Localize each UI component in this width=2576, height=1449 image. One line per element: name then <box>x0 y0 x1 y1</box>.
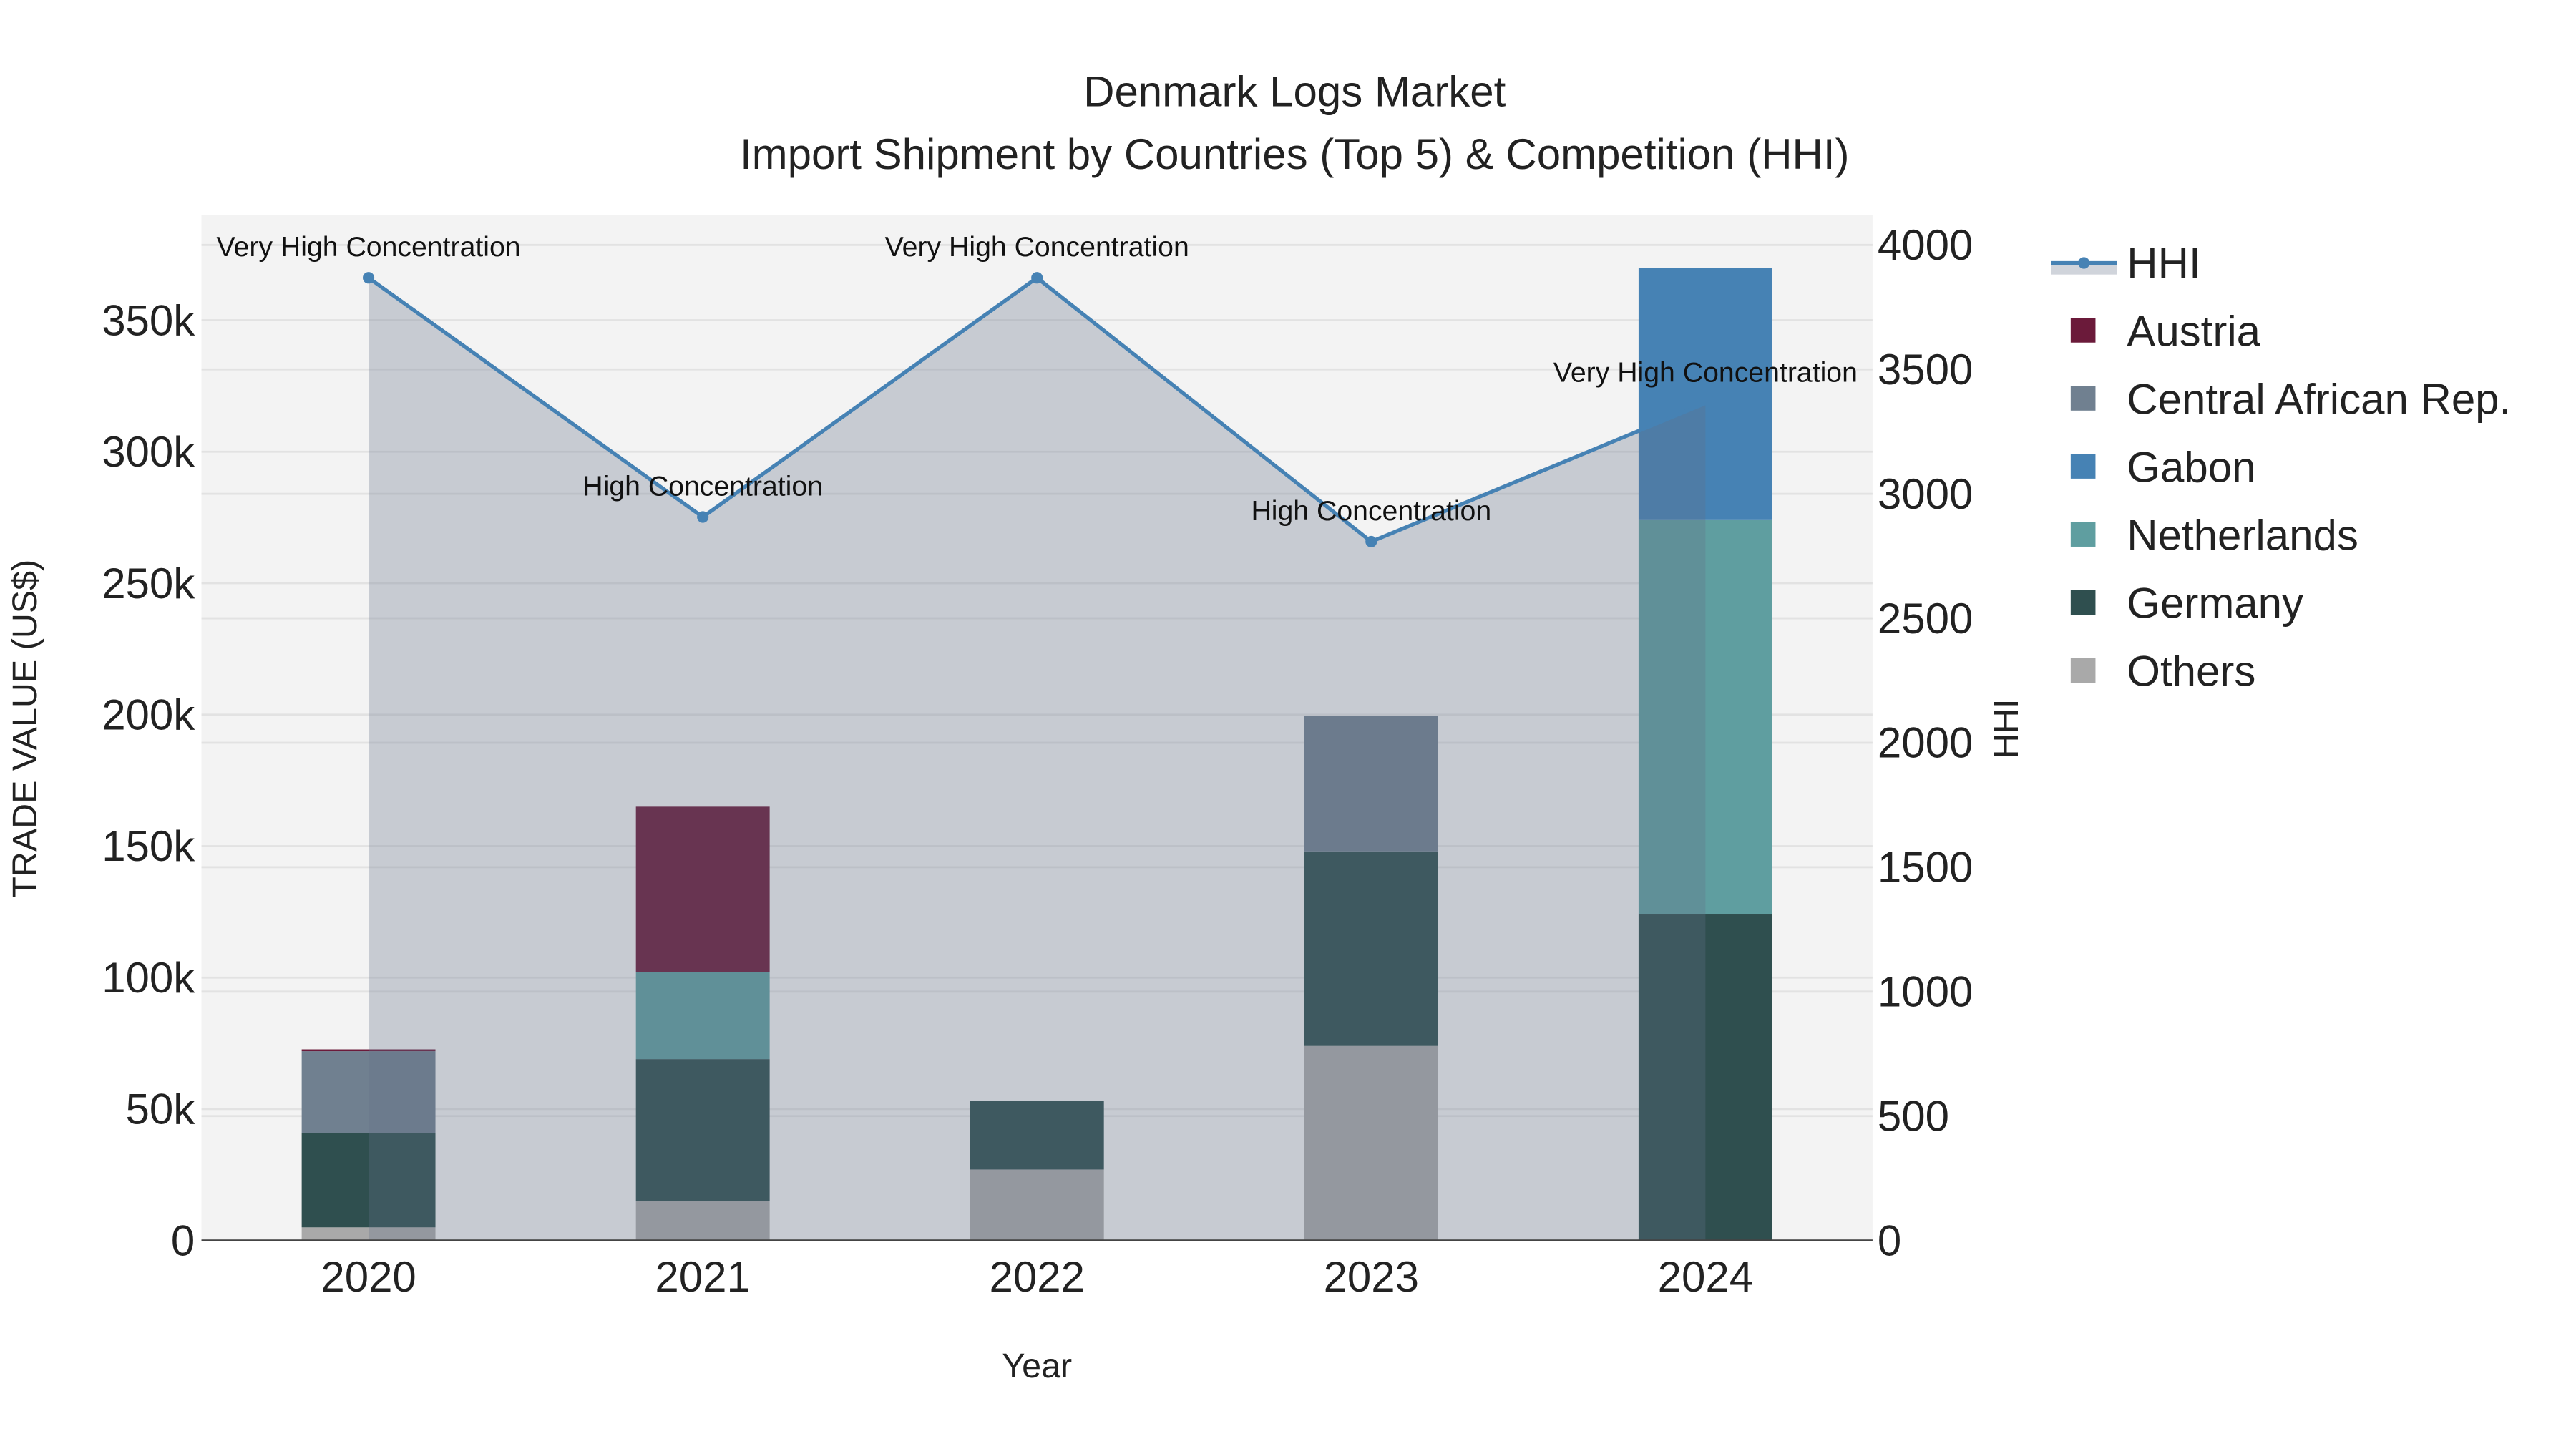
chart-title: Denmark Logs Market <box>1083 67 1506 115</box>
x-tick-label: 2021 <box>655 1253 750 1301</box>
y-tick-label: 0 <box>171 1216 195 1264</box>
legend-label: Central African Rep. <box>2127 375 2511 423</box>
legend-item-gabon: Gabon <box>2070 444 2255 492</box>
chart-subtitle: Import Shipment by Countries (Top 5) & C… <box>740 130 1850 178</box>
legend-item-hhi: HHI <box>2051 239 2201 287</box>
y2-tick-label: 500 <box>1878 1093 1949 1141</box>
y2-tick-label: 0 <box>1878 1216 1901 1264</box>
hhi-annotation-2023: High Concentration <box>1251 495 1491 527</box>
legend-label: Austria <box>2127 307 2260 355</box>
y2-tick-label: 4000 <box>1878 221 1973 269</box>
y2-axis-ticks: 0 500 1000 1500 2000 2500 3000 3500 4000 <box>1878 221 1973 1264</box>
legend-swatch <box>2070 318 2096 343</box>
legend: HHI Austria Central African Rep. Gabon Nethe… <box>2051 239 2511 696</box>
y-tick-label: 200k <box>102 691 195 739</box>
hhi-annotation-2024: Very High Concentration <box>1553 357 1858 389</box>
hhi-annotation-2021: High Concentration <box>582 470 823 502</box>
y-tick-label: 150k <box>102 822 195 870</box>
legend-swatch <box>2070 522 2096 547</box>
y-tick-label: 100k <box>102 954 195 1002</box>
y-tick-label: 350k <box>102 296 195 344</box>
legend-item-central-african-rep-: Central African Rep. <box>2070 375 2511 423</box>
legend-swatch <box>2070 590 2096 615</box>
y2-tick-label: 3000 <box>1878 470 1973 518</box>
hhi-point-2023 <box>1365 535 1377 548</box>
x-tick-label: 2024 <box>1658 1253 1753 1301</box>
legend-swatch <box>2070 454 2096 479</box>
hhi-point-2020 <box>363 272 375 284</box>
legend-label: Germany <box>2127 580 2303 628</box>
x-axis-ticks: 2020 2021 2022 2023 2024 <box>321 1253 1753 1301</box>
y-axis-title: TRADE VALUE (US$) <box>6 560 44 898</box>
x-tick-label: 2023 <box>1324 1253 1419 1301</box>
x-axis-title: Year <box>1002 1347 1072 1385</box>
legend-hhi-marker <box>2078 257 2090 269</box>
legend-label: HHI <box>2127 239 2200 287</box>
legend-label: Netherlands <box>2127 512 2358 560</box>
y-axis-ticks: 0 50k 100k 150k 200k 250k 300k 350k <box>102 296 195 1264</box>
legend-swatch <box>2070 658 2096 683</box>
hhi-annotation-2020: Very High Concentration <box>217 231 521 263</box>
legend-item-austria: Austria <box>2070 307 2261 355</box>
y2-tick-label: 2500 <box>1878 595 1973 643</box>
y-tick-label: 250k <box>102 560 195 608</box>
hhi-series: Very High Concentration High Concentratio… <box>217 231 1858 1241</box>
hhi-point-2022 <box>1031 272 1043 284</box>
chart: Very High Concentration High Concentratio… <box>6 67 2511 1385</box>
legend-label: Gabon <box>2127 444 2255 492</box>
x-tick-label: 2022 <box>989 1253 1084 1301</box>
hhi-point-2021 <box>697 511 709 523</box>
y-tick-label: 300k <box>102 428 195 476</box>
legend-label: Others <box>2127 648 2255 696</box>
legend-item-others: Others <box>2070 648 2255 696</box>
legend-item-germany: Germany <box>2070 580 2303 628</box>
y-tick-label: 50k <box>126 1085 196 1133</box>
y2-tick-label: 1000 <box>1878 968 1973 1016</box>
hhi-annotation-2022: Very High Concentration <box>885 231 1189 263</box>
y2-tick-label: 2000 <box>1878 719 1973 767</box>
legend-swatch <box>2070 386 2096 411</box>
legend-item-netherlands: Netherlands <box>2070 512 2358 560</box>
x-tick-label: 2020 <box>321 1253 416 1301</box>
y2-tick-label: 3500 <box>1878 346 1973 394</box>
y2-tick-label: 1500 <box>1878 844 1973 892</box>
y2-axis-title: HHI <box>1987 699 2026 758</box>
